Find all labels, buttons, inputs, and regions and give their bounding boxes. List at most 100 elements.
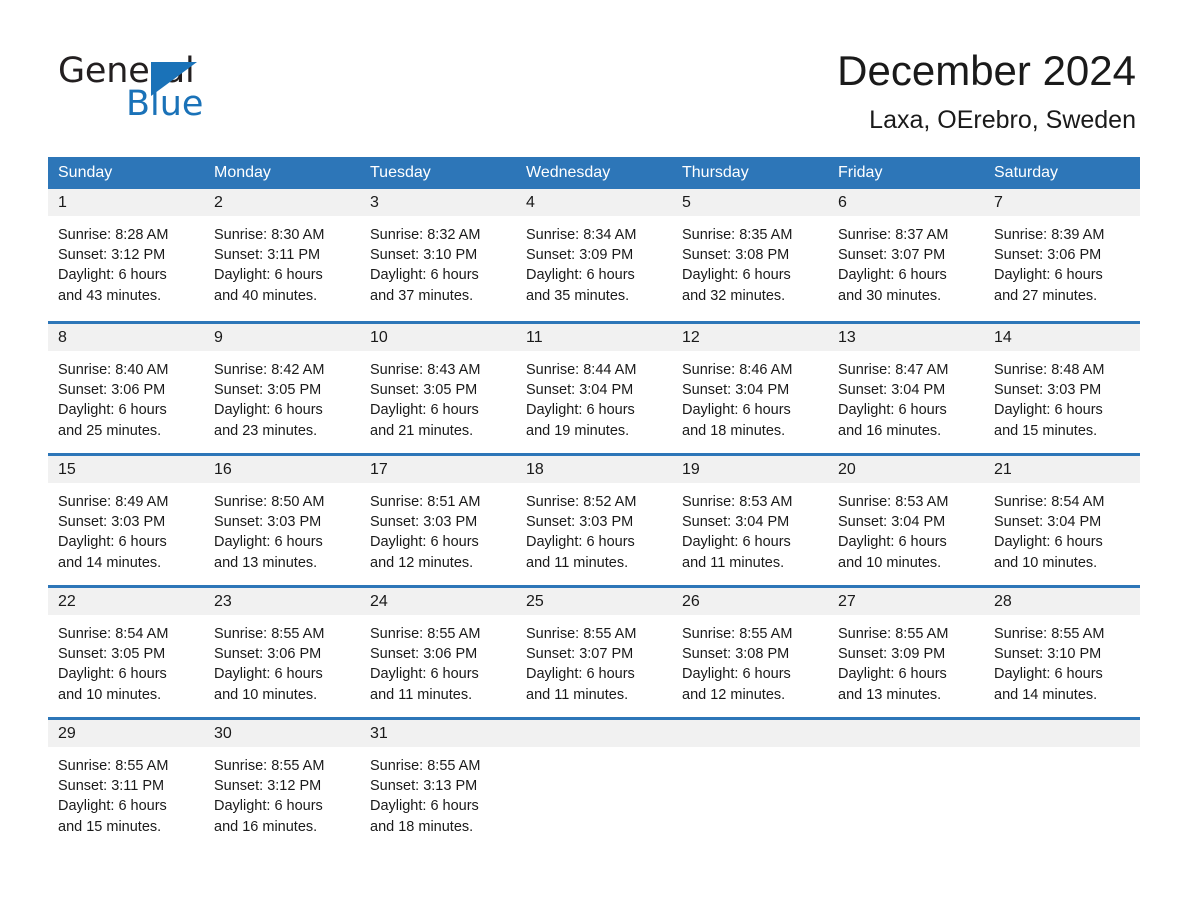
daylight-text-1: Daylight: 6 hours [838,534,947,551]
sunset-text: Sunset: 3:03 PM [214,514,322,531]
day-details: Sunrise: 8:30 AM Sunset: 3:11 PM Dayligh… [204,216,360,306]
day-cell[interactable]: 8 Sunrise: 8:40 AM Sunset: 3:06 PM Dayli… [48,324,204,453]
day-details: Sunrise: 8:50 AM Sunset: 3:03 PM Dayligh… [204,483,360,573]
day-cell[interactable]: 12 Sunrise: 8:46 AM Sunset: 3:04 PM Dayl… [672,324,828,453]
daylight-text-2: and 37 minutes. [370,287,474,304]
daylight-text-1: Daylight: 6 hours [58,666,167,683]
day-cell[interactable]: 13 Sunrise: 8:47 AM Sunset: 3:04 PM Dayl… [828,324,984,453]
day-cell[interactable]: 17 Sunrise: 8:51 AM Sunset: 3:03 PM Dayl… [360,456,516,585]
sunrise-text: Sunrise: 8:55 AM [526,626,637,642]
day-cell[interactable]: 9 Sunrise: 8:42 AM Sunset: 3:05 PM Dayli… [204,324,360,453]
sunset-text: Sunset: 3:04 PM [994,514,1102,531]
weekday-header-saturday: Saturday [994,164,1059,181]
day-cell[interactable]: 27 Sunrise: 8:55 AM Sunset: 3:09 PM Dayl… [828,588,984,717]
sunset-text: Sunset: 3:08 PM [682,247,790,264]
day-cell[interactable]: 19 Sunrise: 8:53 AM Sunset: 3:04 PM Dayl… [672,456,828,585]
daylight-text-1: Daylight: 6 hours [58,534,167,551]
day-cell[interactable]: 10 Sunrise: 8:43 AM Sunset: 3:05 PM Dayl… [360,324,516,453]
day-cell[interactable]: 28 Sunrise: 8:55 AM Sunset: 3:10 PM Dayl… [984,588,1140,717]
day-cell[interactable]: 23 Sunrise: 8:55 AM Sunset: 3:06 PM Dayl… [204,588,360,717]
day-cell[interactable]: 14 Sunrise: 8:48 AM Sunset: 3:03 PM Dayl… [984,324,1140,453]
daylight-text-2: and 18 minutes. [370,818,474,835]
day-number: 15 [48,456,204,483]
daylight-text-1: Daylight: 6 hours [214,798,323,815]
day-cell[interactable]: 20 Sunrise: 8:53 AM Sunset: 3:04 PM Dayl… [828,456,984,585]
day-number: 4 [516,189,672,216]
day-details: Sunrise: 8:53 AM Sunset: 3:04 PM Dayligh… [672,483,828,573]
daylight-text-2: and 11 minutes. [526,686,629,703]
sunset-text: Sunset: 3:05 PM [370,382,478,399]
day-details [516,747,672,756]
generalblue-logo[interactable]: General Blue [58,52,318,126]
sunrise-text: Sunrise: 8:55 AM [994,626,1105,642]
weekday-header-thursday: Thursday [682,164,749,181]
day-details: Sunrise: 8:54 AM Sunset: 3:05 PM Dayligh… [48,615,204,705]
daylight-text-1: Daylight: 6 hours [370,666,479,683]
daylight-text-2: and 10 minutes. [838,554,942,571]
sunset-text: Sunset: 3:06 PM [58,382,166,399]
day-cell[interactable]: 1 Sunrise: 8:28 AM Sunset: 3:12 PM Dayli… [48,189,204,321]
daylight-text-2: and 12 minutes. [370,554,474,571]
day-cell[interactable]: 6 Sunrise: 8:37 AM Sunset: 3:07 PM Dayli… [828,189,984,321]
calendar-week-row: 1 Sunrise: 8:28 AM Sunset: 3:12 PM Dayli… [48,189,1140,321]
daylight-text-2: and 40 minutes. [214,287,318,304]
day-cell-empty [516,720,672,849]
day-number: 29 [48,720,204,747]
daylight-text-1: Daylight: 6 hours [526,267,635,284]
daylight-text-2: and 21 minutes. [370,422,474,439]
sunset-text: Sunset: 3:03 PM [370,514,478,531]
sunrise-text: Sunrise: 8:54 AM [58,626,169,642]
daylight-text-2: and 12 minutes. [682,686,786,703]
sunset-text: Sunset: 3:06 PM [214,646,322,663]
day-cell[interactable]: 15 Sunrise: 8:49 AM Sunset: 3:03 PM Dayl… [48,456,204,585]
day-cell[interactable]: 5 Sunrise: 8:35 AM Sunset: 3:08 PM Dayli… [672,189,828,321]
sunrise-text: Sunrise: 8:55 AM [214,758,325,774]
day-cell[interactable]: 11 Sunrise: 8:44 AM Sunset: 3:04 PM Dayl… [516,324,672,453]
day-cell[interactable]: 2 Sunrise: 8:30 AM Sunset: 3:11 PM Dayli… [204,189,360,321]
day-details: Sunrise: 8:43 AM Sunset: 3:05 PM Dayligh… [360,351,516,441]
day-details: Sunrise: 8:53 AM Sunset: 3:04 PM Dayligh… [828,483,984,573]
sunrise-text: Sunrise: 8:40 AM [58,362,169,378]
sunset-text: Sunset: 3:05 PM [214,382,322,399]
day-number: 30 [204,720,360,747]
day-cell[interactable]: 24 Sunrise: 8:55 AM Sunset: 3:06 PM Dayl… [360,588,516,717]
daylight-text-1: Daylight: 6 hours [58,798,167,815]
daylight-text-1: Daylight: 6 hours [58,402,167,419]
daylight-text-2: and 16 minutes. [214,818,318,835]
day-cell[interactable]: 21 Sunrise: 8:54 AM Sunset: 3:04 PM Dayl… [984,456,1140,585]
day-details: Sunrise: 8:55 AM Sunset: 3:11 PM Dayligh… [48,747,204,837]
sunset-text: Sunset: 3:07 PM [526,646,634,663]
sunrise-text: Sunrise: 8:42 AM [214,362,325,378]
sunset-text: Sunset: 3:10 PM [994,646,1102,663]
weekday-header-sunday: Sunday [58,164,113,181]
daylight-text-1: Daylight: 6 hours [370,534,479,551]
day-cell[interactable]: 26 Sunrise: 8:55 AM Sunset: 3:08 PM Dayl… [672,588,828,717]
day-cell[interactable]: 31 Sunrise: 8:55 AM Sunset: 3:13 PM Dayl… [360,720,516,849]
daylight-text-1: Daylight: 6 hours [682,267,791,284]
daylight-text-1: Daylight: 6 hours [370,402,479,419]
daylight-text-1: Daylight: 6 hours [994,534,1103,551]
daylight-text-1: Daylight: 6 hours [526,666,635,683]
day-details: Sunrise: 8:55 AM Sunset: 3:06 PM Dayligh… [360,615,516,705]
day-cell[interactable]: 3 Sunrise: 8:32 AM Sunset: 3:10 PM Dayli… [360,189,516,321]
sunset-text: Sunset: 3:08 PM [682,646,790,663]
day-cell[interactable]: 30 Sunrise: 8:55 AM Sunset: 3:12 PM Dayl… [204,720,360,849]
day-cell[interactable]: 22 Sunrise: 8:54 AM Sunset: 3:05 PM Dayl… [48,588,204,717]
day-number: 11 [516,324,672,351]
day-cell[interactable]: 4 Sunrise: 8:34 AM Sunset: 3:09 PM Dayli… [516,189,672,321]
sunset-text: Sunset: 3:03 PM [526,514,634,531]
daylight-text-1: Daylight: 6 hours [58,267,167,284]
sunset-text: Sunset: 3:07 PM [838,247,946,264]
day-cell[interactable]: 18 Sunrise: 8:52 AM Sunset: 3:03 PM Dayl… [516,456,672,585]
daylight-text-1: Daylight: 6 hours [838,267,947,284]
sunrise-text: Sunrise: 8:51 AM [370,494,481,510]
day-cell[interactable]: 16 Sunrise: 8:50 AM Sunset: 3:03 PM Dayl… [204,456,360,585]
day-number: 17 [360,456,516,483]
day-cell[interactable]: 29 Sunrise: 8:55 AM Sunset: 3:11 PM Dayl… [48,720,204,849]
day-cell[interactable]: 25 Sunrise: 8:55 AM Sunset: 3:07 PM Dayl… [516,588,672,717]
sunrise-text: Sunrise: 8:48 AM [994,362,1105,378]
day-details: Sunrise: 8:42 AM Sunset: 3:05 PM Dayligh… [204,351,360,441]
day-details: Sunrise: 8:48 AM Sunset: 3:03 PM Dayligh… [984,351,1140,441]
sunrise-text: Sunrise: 8:35 AM [682,227,793,243]
day-cell[interactable]: 7 Sunrise: 8:39 AM Sunset: 3:06 PM Dayli… [984,189,1140,321]
